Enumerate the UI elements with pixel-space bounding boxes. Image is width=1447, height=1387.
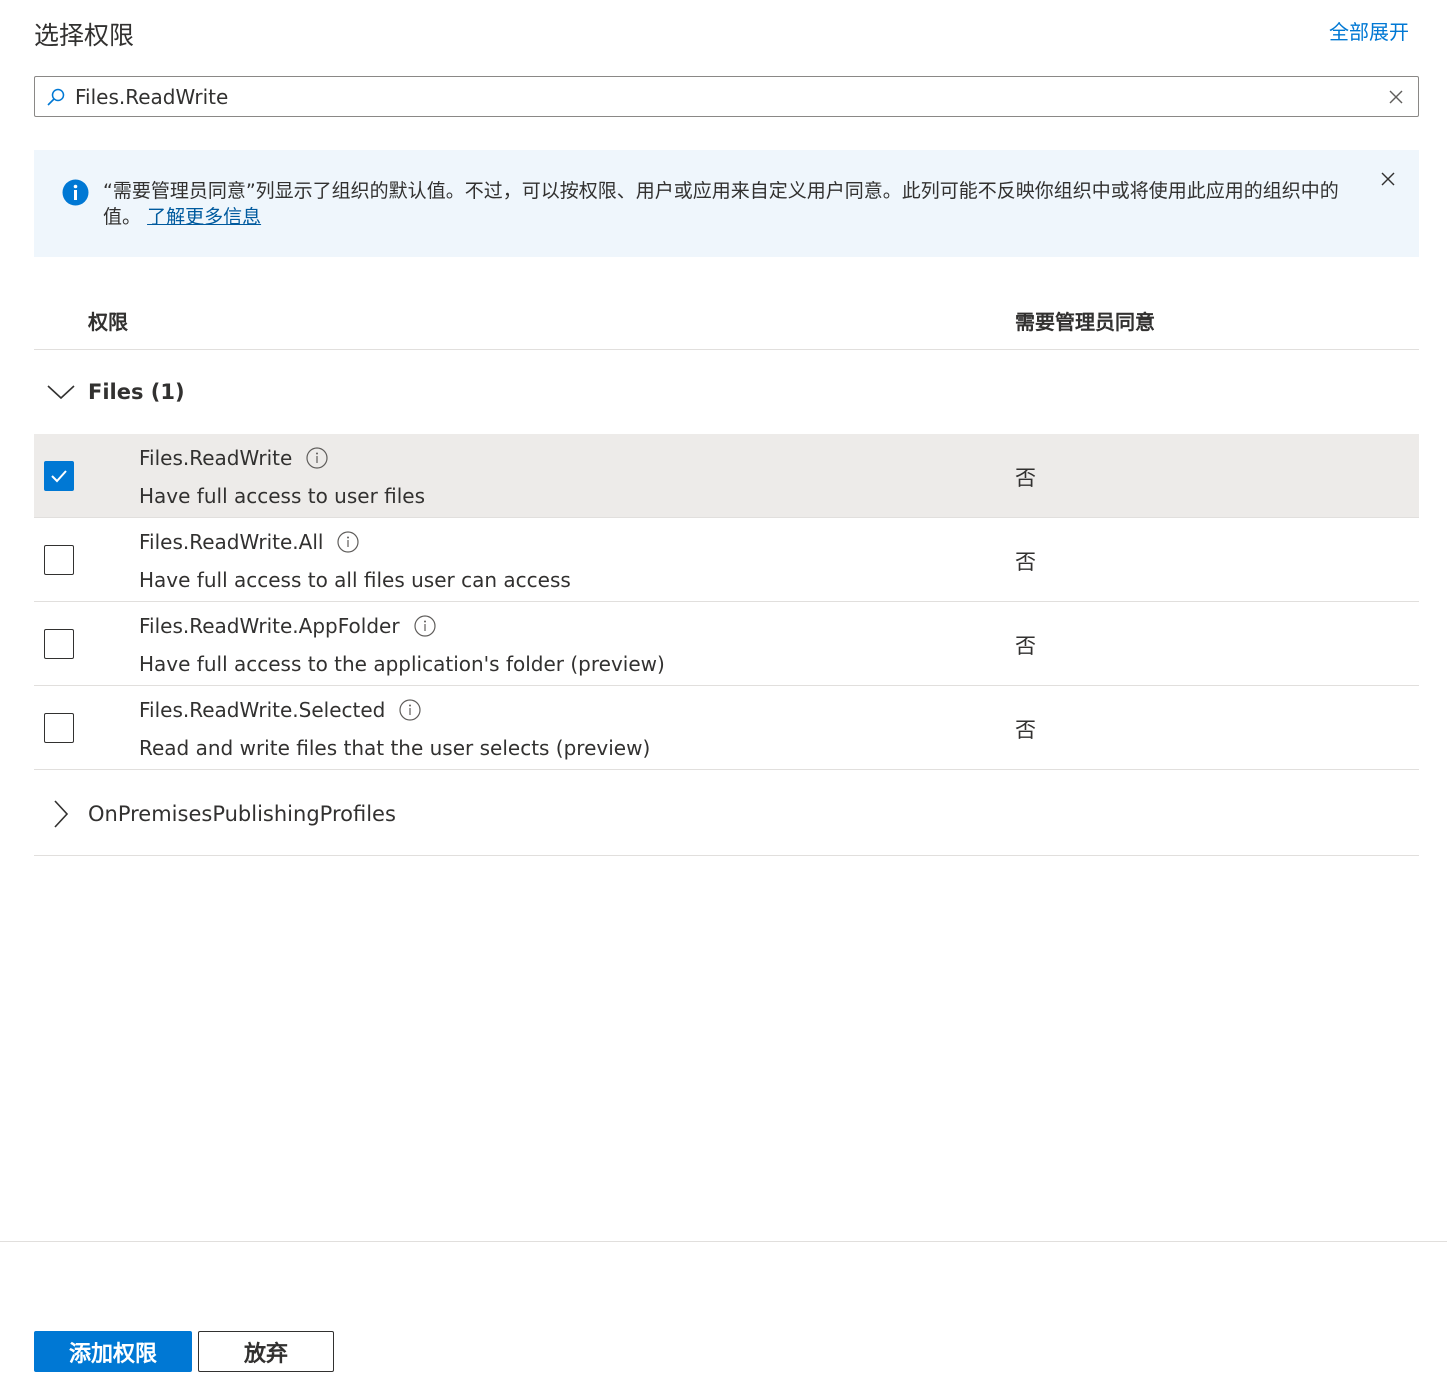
learn-more-link[interactable]: 了解更多信息 (147, 206, 261, 228)
add-permissions-button[interactable]: 添加权限 (34, 1331, 192, 1372)
info-message-text: “需要管理员同意”列显示了组织的默认值。不过，可以按权限、用户或应用来自定义用户… (103, 178, 1373, 230)
permission-name-text: Files.ReadWrite.All (139, 530, 324, 554)
checkbox[interactable] (44, 713, 74, 743)
info-icon[interactable] (306, 447, 328, 469)
permission-name-text: Files.ReadWrite.AppFolder (139, 614, 400, 638)
admin-consent-value: 否 (1015, 634, 1036, 658)
permission-description: Have full access to all files user can a… (139, 568, 571, 592)
table-row[interactable]: Files.ReadWrite.All Have full access to … (34, 518, 1419, 602)
permission-description: Have full access to the application's fo… (139, 652, 665, 676)
table-row[interactable]: Files.ReadWrite.Selected Read and write … (34, 686, 1419, 770)
permission-description: Read and write files that the user selec… (139, 736, 651, 760)
admin-consent-value: 否 (1015, 718, 1036, 742)
info-icon[interactable] (337, 531, 360, 553)
search-box (34, 76, 1419, 117)
permission-name-text: Files.ReadWrite (139, 446, 293, 470)
table-row[interactable]: Files.ReadWrite.AppFolder Have full acce… (34, 602, 1419, 686)
info-icon (62, 179, 89, 206)
permission-description: Have full access to user files (139, 484, 426, 508)
permission-name: Files.ReadWrite (139, 446, 328, 470)
chevron-down-icon[interactable] (34, 377, 88, 407)
close-icon[interactable] (1379, 170, 1397, 188)
permission-name: Files.ReadWrite.AppFolder (139, 614, 436, 638)
permission-name: Files.ReadWrite.All (139, 530, 360, 554)
info-icon[interactable] (413, 615, 436, 637)
permission-name: Files.ReadWrite.Selected (139, 698, 421, 722)
chevron-right-icon[interactable] (34, 799, 88, 829)
group-label: Files (1) (88, 380, 185, 404)
column-header-permission: 权限 (88, 310, 128, 334)
clear-search-icon[interactable] (1386, 87, 1406, 107)
search-input[interactable] (75, 78, 1386, 115)
page-title: 选择权限 (34, 21, 135, 50)
checkbox[interactable] (44, 629, 74, 659)
info-message-bar: “需要管理员同意”列显示了组织的默认值。不过，可以按权限、用户或应用来自定义用户… (34, 150, 1419, 257)
discard-button[interactable]: 放弃 (198, 1331, 334, 1372)
column-header-admin-consent: 需要管理员同意 (1015, 310, 1155, 334)
group-files[interactable]: Files (1) (34, 350, 1419, 434)
checkbox[interactable] (44, 545, 74, 575)
checkbox[interactable] (44, 461, 74, 491)
group-label: OnPremisesPublishingProfiles (88, 801, 396, 826)
table-header: 权限 需要管理员同意 (34, 290, 1419, 350)
table-row[interactable]: Files.ReadWrite Have full access to user… (34, 434, 1419, 518)
search-icon (45, 86, 67, 108)
admin-consent-value: 否 (1015, 550, 1036, 574)
group-onpremisespublishingprofiles[interactable]: OnPremisesPublishingProfiles (34, 772, 1419, 856)
expand-all-link[interactable]: 全部展开 (1329, 16, 1409, 45)
permission-name-text: Files.ReadWrite.Selected (139, 698, 386, 722)
info-message-body: “需要管理员同意”列显示了组织的默认值。不过，可以按权限、用户或应用来自定义用户… (103, 180, 1339, 228)
info-icon[interactable] (399, 699, 421, 721)
admin-consent-value: 否 (1015, 466, 1036, 490)
footer-divider (0, 1241, 1447, 1242)
